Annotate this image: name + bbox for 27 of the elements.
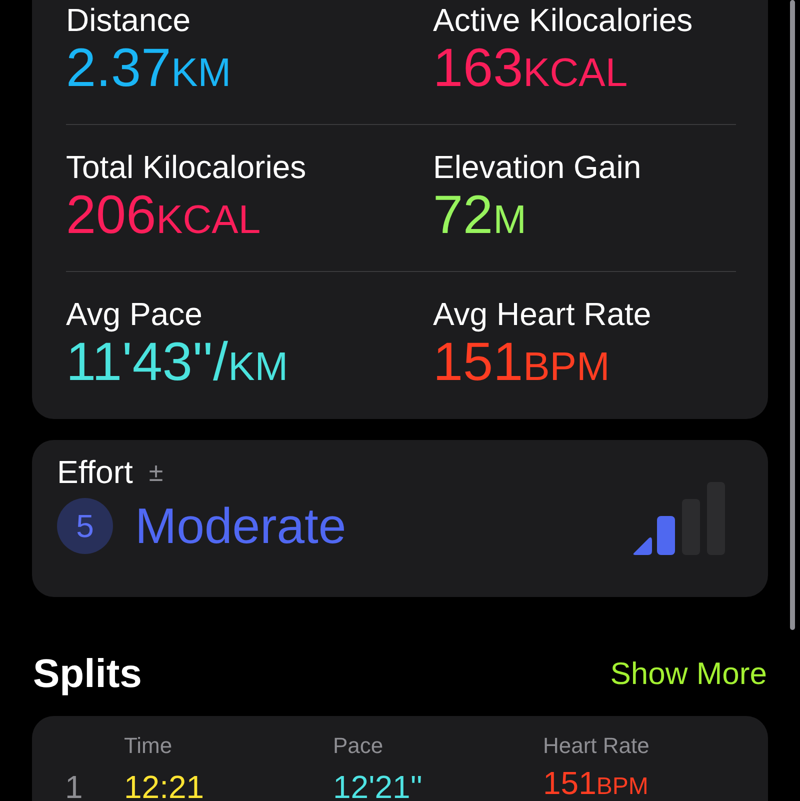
effort-score: 5 [57,498,113,554]
split-pace: 12'21'' [333,769,423,801]
metric-value: 72M [433,186,528,247]
metric-value: 11'43''/KM [66,333,290,394]
split-number: 1 [65,769,83,801]
show-more-link[interactable]: Show More [610,655,767,693]
metric-label: Distance [66,1,192,39]
split-heart-rate: 151BPM [543,765,648,801]
column-header: Time [124,733,172,758]
metric-value: 163KCAL [433,39,629,100]
column-header: Heart Rate [543,733,650,758]
effort-card[interactable]: Effort ± 5 Moderate [32,440,768,597]
effort-title: Effort [57,453,133,491]
adjust-icon[interactable]: ± [148,457,164,487]
effort-level-label: Moderate [135,497,346,555]
metric-label: Avg Heart Rate [433,295,652,333]
column-header: Pace [333,733,384,758]
metric-value: 2.37KM [66,39,232,100]
metric-value: 206KCAL [66,186,262,247]
metric-label: Total Kilocalories [66,148,308,186]
section-title: Splits [33,651,142,698]
metric-label: Elevation Gain [433,148,642,186]
metric-label: Active Kilocalories [433,1,694,39]
split-time: 12:21 [124,769,204,801]
metric-label: Avg Pace [66,295,204,333]
metric-value: 151BPM [433,333,611,394]
effort-bars-icon [632,481,728,555]
